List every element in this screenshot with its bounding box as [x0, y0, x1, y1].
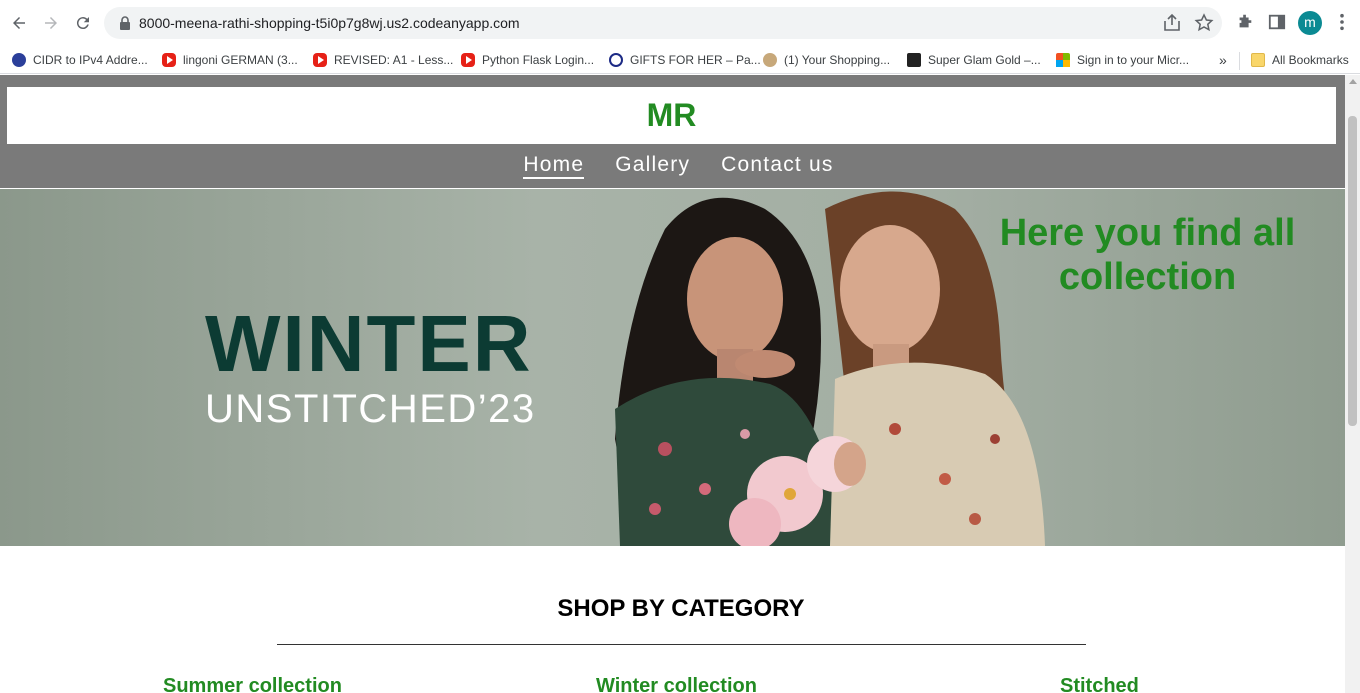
hero-banner: WINTER UNSTITCHED’23 Here you find all c… [0, 189, 1345, 546]
bookmark-item[interactable]: Sign in to your Micr... [1056, 50, 1189, 70]
url-text[interactable]: 8000-meena-rathi-shopping-t5i0p7g8wj.us2… [139, 7, 520, 39]
section-divider [277, 644, 1086, 645]
bookmarks-divider [1239, 52, 1240, 70]
extensions-button[interactable] [1234, 11, 1256, 33]
bookmark-label: Super Glam Gold –... [928, 53, 1041, 67]
youtube-icon [313, 53, 327, 67]
main-nav: Home Gallery Contact us [0, 144, 1345, 188]
all-bookmarks-label: All Bookmarks [1272, 53, 1349, 67]
youtube-icon [461, 53, 475, 67]
bookmark-item[interactable]: CIDR to IPv4 Addre... [12, 50, 148, 70]
nav-gallery-link[interactable]: Gallery [615, 153, 690, 179]
bookmarks-overflow-button[interactable]: » [1219, 50, 1227, 70]
address-bar[interactable]: 8000-meena-rathi-shopping-t5i0p7g8wj.us2… [104, 7, 1222, 39]
side-panel-icon [1268, 14, 1286, 30]
reload-icon [76, 17, 89, 30]
category-winter[interactable]: Winter collection [596, 675, 757, 693]
nav-contact-link[interactable]: Contact us [721, 153, 833, 179]
browser-menu-button[interactable] [1331, 11, 1353, 33]
shop-icon [763, 53, 777, 67]
lock-icon [120, 16, 130, 30]
bookmark-item[interactable]: Super Glam Gold –... [907, 50, 1041, 70]
browser-toolbar: 8000-meena-rathi-shopping-t5i0p7g8wj.us2… [0, 0, 1360, 46]
puzzle-icon [1239, 14, 1252, 28]
bookmark-item[interactable]: lingoni GERMAN (3... [162, 50, 298, 70]
bookmarks-bar: CIDR to IPv4 Addre... lingoni GERMAN (3.… [0, 46, 1360, 74]
bookmark-item[interactable]: Python Flask Login... [461, 50, 594, 70]
microsoft-icon [1056, 53, 1070, 67]
scroll-up-arrow-icon[interactable] [1349, 79, 1357, 84]
profile-avatar[interactable]: m [1298, 11, 1322, 35]
bookmark-label: Sign in to your Micr... [1077, 53, 1190, 67]
bookmark-label: CIDR to IPv4 Addre... [33, 53, 148, 67]
bookmark-label: lingoni GERMAN (3... [183, 53, 298, 67]
hero-models-image [615, 191, 1045, 546]
forward-button[interactable] [38, 10, 64, 36]
logo-bar: MR [7, 87, 1336, 144]
category-summer[interactable]: Summer collection [163, 675, 342, 693]
reload-button[interactable] [70, 10, 96, 36]
bookmark-label: GIFTS FOR HER – Pa... [630, 53, 761, 67]
one-logo-icon [907, 53, 921, 67]
back-button[interactable] [6, 10, 32, 36]
bookmark-label: REVISED: A1 - Less... [334, 53, 454, 67]
hero-subline: UNSTITCHED’23 [205, 387, 536, 431]
nav-home-link[interactable]: Home [523, 153, 585, 179]
bookmark-item[interactable]: (1) Your Shopping... [763, 50, 890, 70]
hero-headline: WINTER [205, 299, 533, 388]
bookmark-item[interactable]: GIFTS FOR HER – Pa... [609, 50, 761, 70]
bookmark-label: Python Flask Login... [482, 53, 595, 67]
cidr-icon [12, 53, 26, 67]
kebab-menu-icon [1340, 13, 1344, 31]
bookmark-label: (1) Your Shopping... [784, 53, 891, 67]
category-stitched[interactable]: Stitched [1060, 675, 1139, 693]
arrow-left-icon [13, 17, 25, 29]
bookmark-item[interactable]: REVISED: A1 - Less... [313, 50, 453, 70]
arrow-right-icon [45, 17, 57, 29]
all-bookmarks-button[interactable]: All Bookmarks [1251, 50, 1349, 70]
s-logo-icon [609, 53, 623, 67]
page-viewport: MR Home Gallery Contact us WINTER UNSTIT… [0, 75, 1345, 693]
page-scrollbar[interactable] [1345, 75, 1360, 693]
site-logo[interactable]: MR [7, 87, 1336, 144]
scroll-thumb[interactable] [1348, 116, 1357, 426]
hero-tagline: Here you find all collection [999, 212, 1296, 298]
shop-by-category-heading: SHOP BY CATEGORY [557, 595, 805, 622]
youtube-icon [162, 53, 176, 67]
side-panel-button[interactable] [1266, 11, 1288, 33]
bookmark-star-icon[interactable] [1194, 13, 1214, 33]
share-icon[interactable] [1162, 13, 1182, 33]
folder-icon [1251, 53, 1265, 67]
site-header: MR Home Gallery Contact us [0, 75, 1345, 188]
